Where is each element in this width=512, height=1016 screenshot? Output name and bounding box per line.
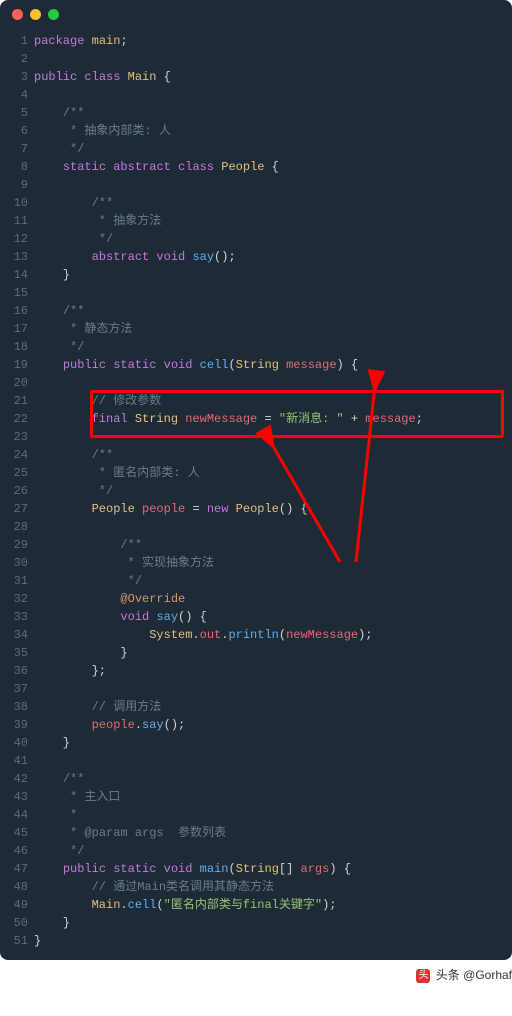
code-line: * 实现抽象方法	[34, 554, 512, 572]
code-line: }	[34, 266, 512, 284]
code-line	[34, 680, 512, 698]
attribution: 头 头条 @Gorhaf	[0, 960, 512, 983]
code-line: *	[34, 806, 512, 824]
code-line: */	[34, 230, 512, 248]
code-line: * 抽象内部类: 人	[34, 122, 512, 140]
code-line: @Override	[34, 590, 512, 608]
toutiao-icon: 头	[416, 969, 430, 983]
code-editor: 1234567891011121314151617181920212223242…	[0, 0, 512, 960]
code-line	[34, 50, 512, 68]
code-line: /**	[34, 536, 512, 554]
code-line: * @param args 参数列表	[34, 824, 512, 842]
attribution-text: 头条 @Gorhaf	[436, 968, 512, 982]
close-icon[interactable]	[12, 9, 23, 20]
code-line: /**	[34, 770, 512, 788]
code-line: abstract void say();	[34, 248, 512, 266]
code-line: * 抽象方法	[34, 212, 512, 230]
code-line: };	[34, 662, 512, 680]
minimize-icon[interactable]	[30, 9, 41, 20]
code-line: */	[34, 572, 512, 590]
code-line: static abstract class People {	[34, 158, 512, 176]
code-line	[34, 518, 512, 536]
code-line: }	[34, 734, 512, 752]
code-line: people.say();	[34, 716, 512, 734]
code-line: /**	[34, 104, 512, 122]
code-line: public class Main {	[34, 68, 512, 86]
code-line	[34, 752, 512, 770]
code-line	[34, 428, 512, 446]
code-line: /**	[34, 194, 512, 212]
code-line: public static void main(String[] args) {	[34, 860, 512, 878]
code-line: void say() {	[34, 608, 512, 626]
code-line: package main;	[34, 32, 512, 50]
code-line: // 修改参数	[34, 392, 512, 410]
code-line: * 主入口	[34, 788, 512, 806]
code-line: // 调用方法	[34, 698, 512, 716]
code-line: * 匿名内部类: 人	[34, 464, 512, 482]
code-line: */	[34, 338, 512, 356]
code-line: }	[34, 932, 512, 950]
code-line: * 静态方法	[34, 320, 512, 338]
code-line: }	[34, 914, 512, 932]
code-line: People people = new People() {	[34, 500, 512, 518]
code-line: /**	[34, 302, 512, 320]
code-line: // 通过Main类名调用其静态方法	[34, 878, 512, 896]
code-line: Main.cell("匿名内部类与final关键字");	[34, 896, 512, 914]
window-titlebar	[0, 0, 512, 28]
line-gutter: 1234567891011121314151617181920212223242…	[0, 32, 34, 950]
code-line: final String newMessage = "新消息: " + mess…	[34, 410, 512, 428]
code-line	[34, 176, 512, 194]
code-line: }	[34, 644, 512, 662]
zoom-icon[interactable]	[48, 9, 59, 20]
code-line: */	[34, 482, 512, 500]
code-line	[34, 86, 512, 104]
code-line: public static void cell(String message) …	[34, 356, 512, 374]
code-line	[34, 374, 512, 392]
code-line: */	[34, 140, 512, 158]
code-line: /**	[34, 446, 512, 464]
code-lines: package main; public class Main { /** * …	[34, 32, 512, 950]
code-line: System.out.println(newMessage);	[34, 626, 512, 644]
code-line	[34, 284, 512, 302]
code-line: */	[34, 842, 512, 860]
code-area: 1234567891011121314151617181920212223242…	[0, 28, 512, 960]
